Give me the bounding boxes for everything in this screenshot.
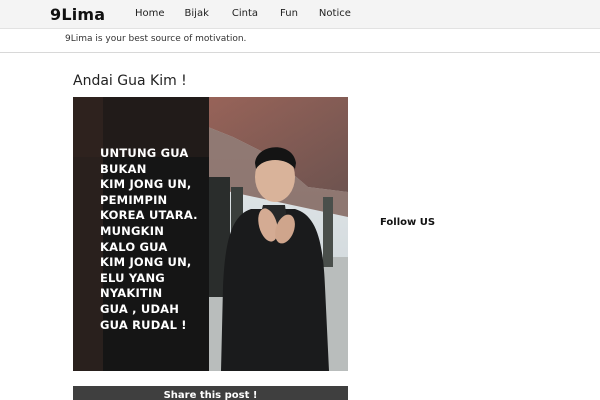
nav-item-cinta[interactable]: Cinta [232,8,258,19]
meme-line: BUKAN [100,161,147,176]
nav-item-bijak[interactable]: Bijak [185,8,209,19]
nav-item-notice[interactable]: Notice [319,8,351,19]
tagline-bar: 9Lima is your best source of motivation. [0,29,600,53]
meme-line: KIM JONG UN, [100,177,192,192]
follow-us-heading: Follow US [380,217,436,228]
main-nav: Home Bijak Cinta Fun Notice [135,8,374,19]
meme-caption: UNTUNG GUA BUKAN KIM JONG UN, PEMIMPIN K… [100,146,235,333]
meme-line: GUA , UDAH [100,301,180,316]
nav-item-fun[interactable]: Fun [280,8,298,19]
share-post-button[interactable]: Share this post ! [73,386,348,400]
top-navbar: 9Lima Home Bijak Cinta Fun Notice [0,0,600,29]
meme-line: ELU YANG [100,270,165,285]
meme-line: PEMIMPIN [100,192,168,207]
post-image: UNTUNG GUA BUKAN KIM JONG UN, PEMIMPIN K… [73,97,348,371]
meme-line: UNTUNG GUA [100,146,189,160]
site-logo[interactable]: 9Lima [50,5,105,24]
nav-item-home[interactable]: Home [135,8,165,19]
post-title[interactable]: Andai Gua Kim ! [73,73,187,89]
meme-line: KALO GUA [100,239,168,254]
site-tagline: 9Lima is your best source of motivation. [65,34,247,44]
meme-line: GUA RUDAL ! [100,317,187,332]
meme-line: KOREA UTARA. [100,208,198,223]
meme-line: KIM JONG UN, [100,255,192,270]
meme-line: NYAKITIN [100,286,163,301]
meme-line: MUNGKIN [100,223,165,238]
